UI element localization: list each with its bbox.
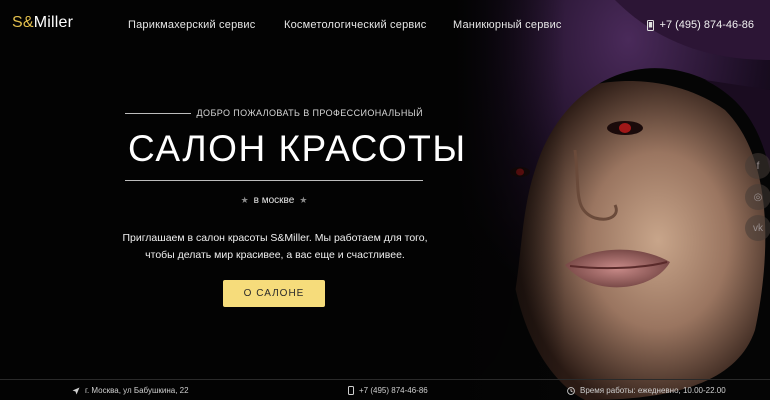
hero-portrait-image — [455, 0, 770, 400]
footer-hours-text: Время работы: ежедневно, 10.00-22.00 — [580, 386, 726, 395]
vk-icon[interactable]: vk — [745, 215, 770, 241]
hero-city-text: в москве — [253, 195, 295, 206]
facebook-icon[interactable]: f — [745, 153, 770, 179]
instagram-icon[interactable]: ◎ — [745, 184, 770, 210]
star-icon: ★ — [240, 195, 249, 205]
footer-hours: Время работы: ежедневно, 10.00-22.00 — [567, 386, 726, 395]
hero-description-line-1: Приглашаем в салон красоты S&Miller. Мы … — [122, 232, 428, 244]
footer-phone-text: +7 (495) 874-46-86 — [359, 386, 428, 395]
phone-icon — [348, 386, 354, 395]
hero-city: ★ в москве ★ — [125, 195, 423, 206]
nav-item-manicure-service[interactable]: Маникюрный сервис — [453, 19, 562, 31]
page: S&Miller Парикмахерский сервис Косметоло… — [0, 0, 770, 400]
clock-icon — [567, 386, 575, 395]
footer-phone[interactable]: +7 (495) 874-46-86 — [348, 386, 428, 395]
nav-item-cosmetology-service[interactable]: Косметологический сервис — [284, 19, 426, 31]
phone-icon — [646, 19, 654, 31]
header-phone[interactable]: +7 (495) 874-46-86 — [646, 19, 754, 31]
nav-item-hair-service[interactable]: Парикмахерский сервис — [128, 19, 255, 31]
header-phone-number: +7 (495) 874-46-86 — [659, 19, 754, 31]
hero-title: САЛОН КРАСОТЫ — [128, 128, 467, 169]
about-salon-button[interactable]: О САЛОНЕ — [223, 280, 325, 307]
hero-description-line-2: чтобы делать мир красивее, а вас еще и с… — [145, 249, 405, 261]
hero-description: Приглашаем в салон красоты S&Miller. Мы … — [120, 230, 430, 264]
footer-bar: г. Москва, ул Бабушкина, 22 +7 (495) 874… — [0, 379, 770, 400]
hero-divider — [125, 180, 423, 181]
footer-address-text: г. Москва, ул Бабушкина, 22 — [85, 386, 189, 395]
footer-address: г. Москва, ул Бабушкина, 22 — [72, 386, 189, 395]
location-arrow-icon — [72, 387, 80, 395]
star-icon: ★ — [299, 195, 308, 205]
welcome-left-line — [125, 112, 191, 114]
hero-welcome: ДОБРО ПОЖАЛОВАТЬ В ПРОФЕССИОНАЛЬНЫЙ — [125, 108, 423, 118]
welcome-text: ДОБРО ПОЖАЛОВАТЬ В ПРОФЕССИОНАЛЬНЫЙ — [196, 108, 423, 118]
